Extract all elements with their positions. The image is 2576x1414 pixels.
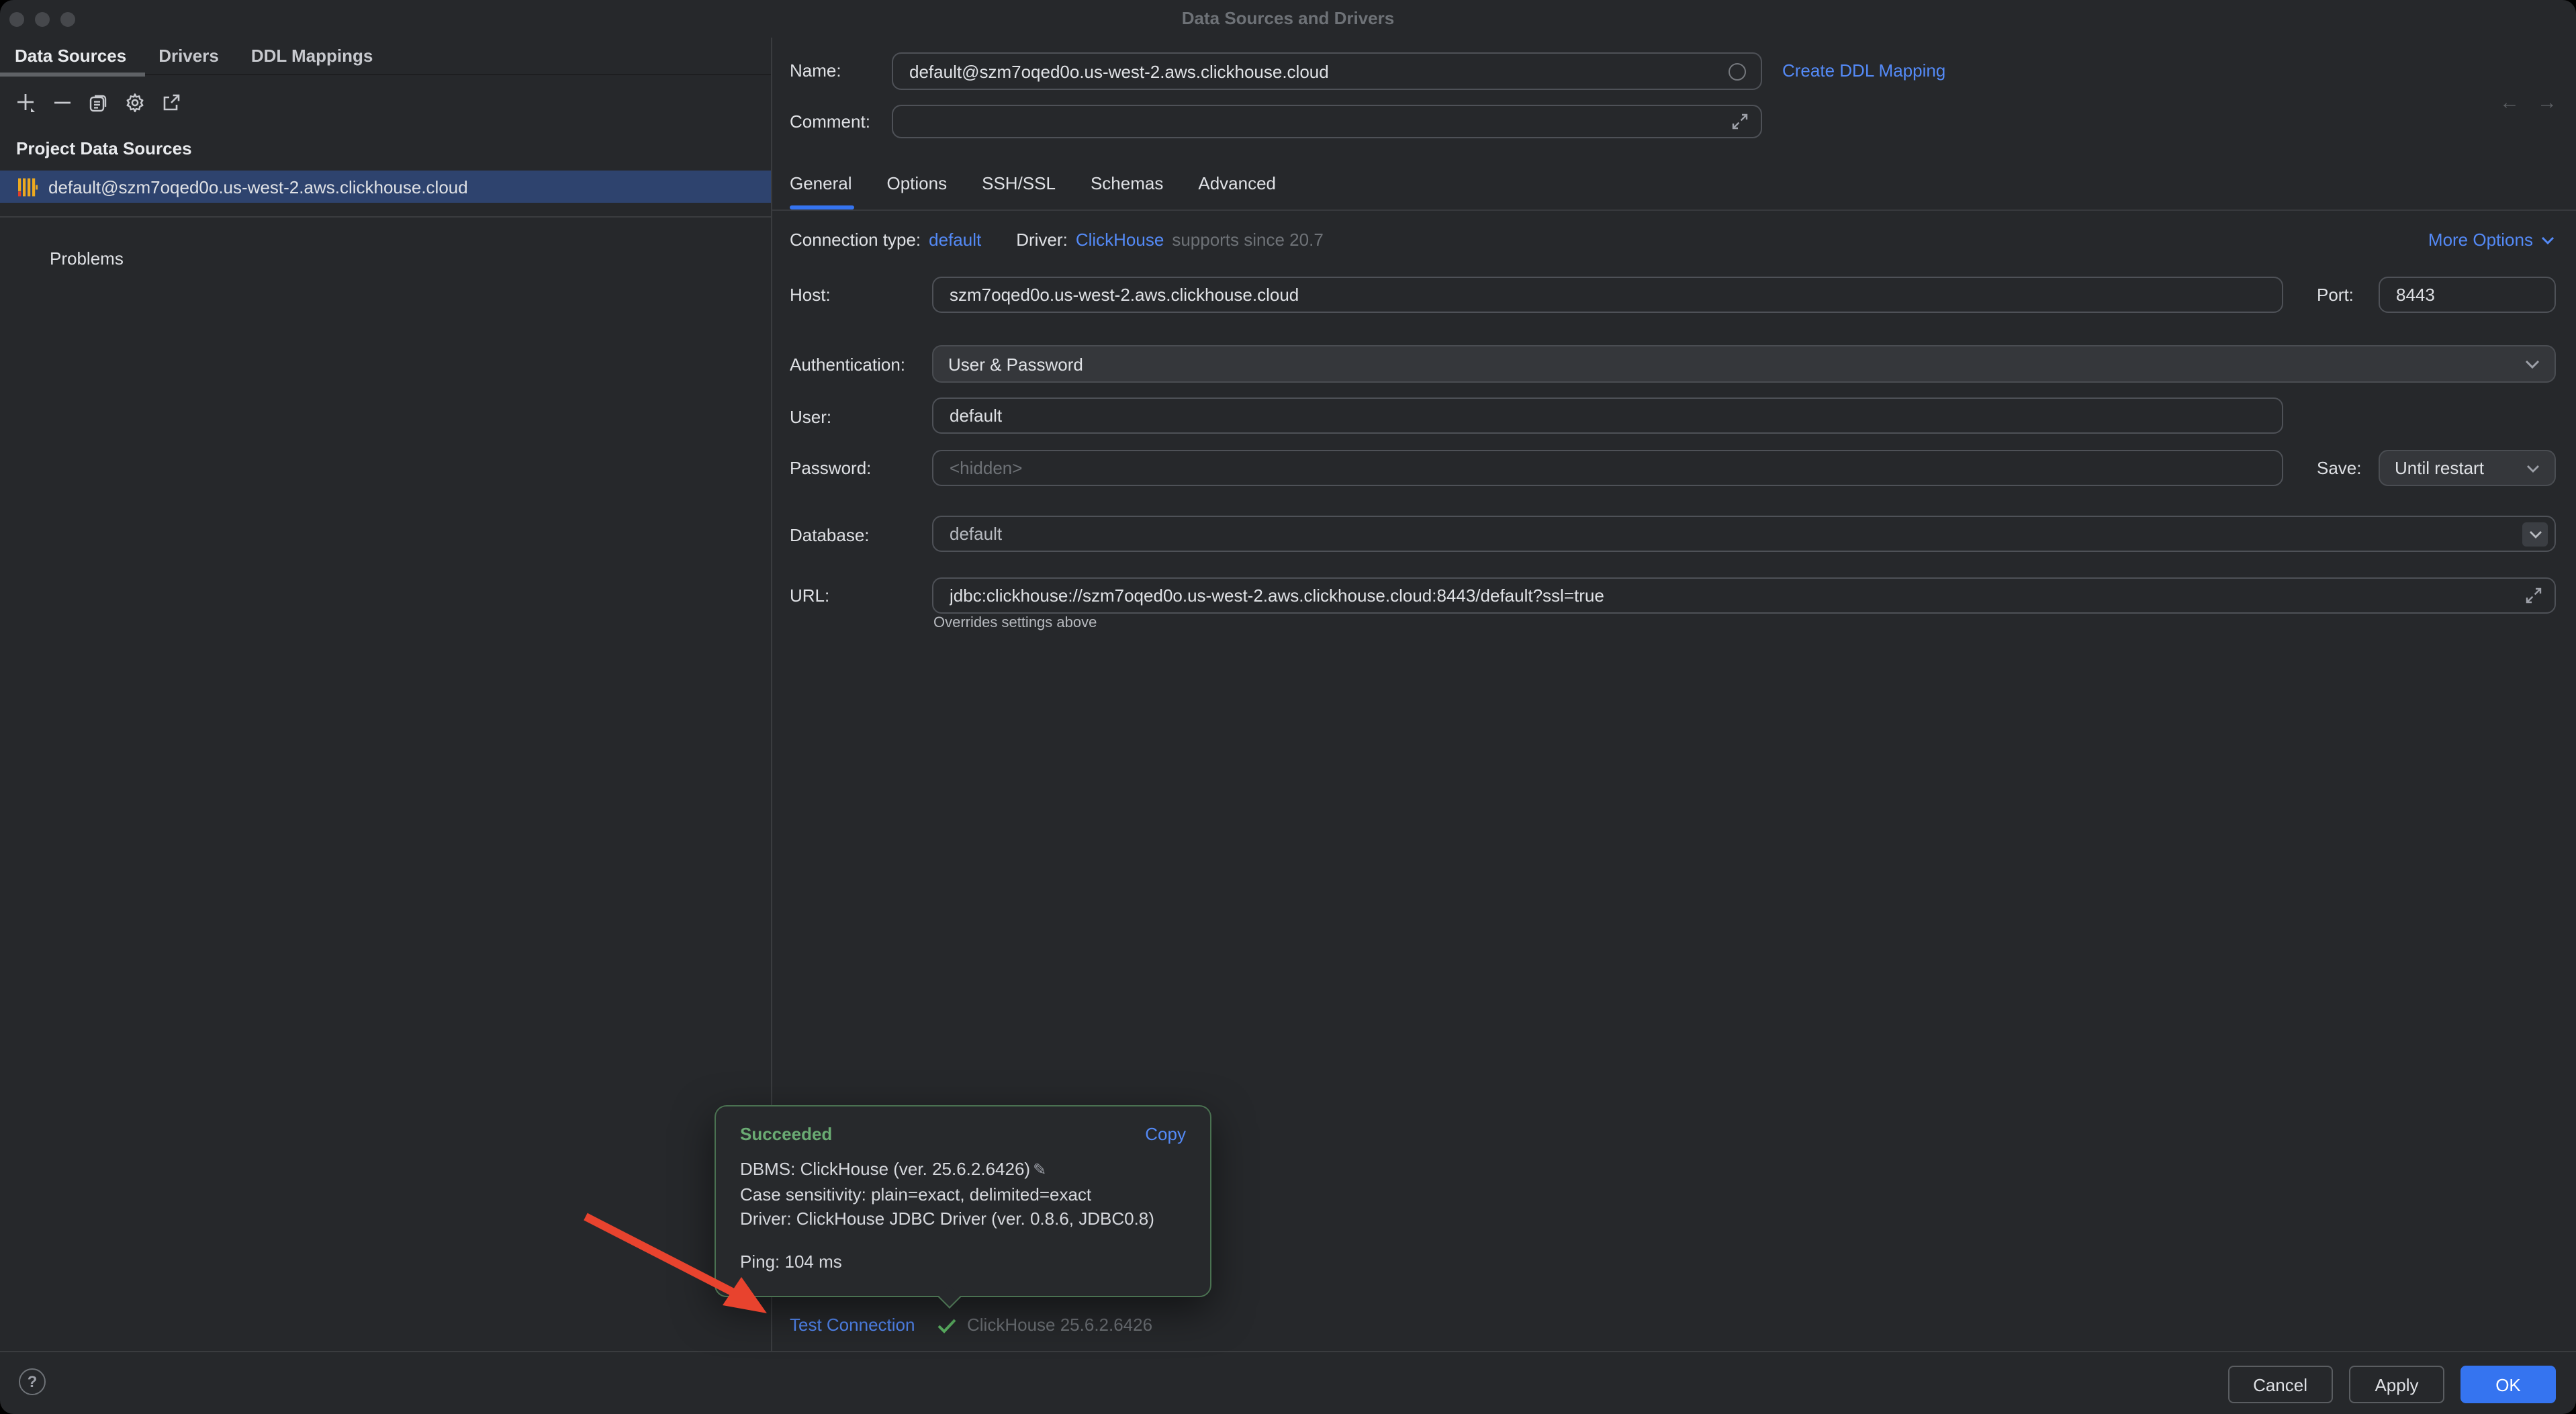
chevron-down-icon	[2525, 359, 2540, 369]
open-in-new-icon[interactable]	[161, 92, 181, 112]
connection-type-value-link[interactable]: default	[929, 230, 981, 250]
port-input[interactable]	[2380, 285, 2555, 305]
database-label: Database:	[790, 525, 870, 545]
tab-data-sources[interactable]: Data Sources	[15, 46, 126, 66]
duplicate-icon[interactable]	[89, 92, 109, 112]
url-label: URL:	[790, 585, 829, 606]
url-input[interactable]	[933, 585, 2525, 606]
password-input[interactable]	[933, 458, 2282, 478]
port-field-wrap	[2379, 277, 2556, 313]
problems-section-label[interactable]: Problems	[50, 248, 124, 269]
driver-label: Driver:	[1016, 230, 1068, 250]
expand-icon[interactable]	[1731, 113, 1749, 130]
connection-type-label: Connection type:	[790, 230, 921, 250]
authentication-label: Authentication:	[790, 355, 905, 375]
tab-advanced[interactable]: Advanced	[1198, 173, 1276, 193]
data-source-name: default@szm7oqed0o.us-west-2.aws.clickho…	[48, 177, 468, 197]
tab-ddl-mappings[interactable]: DDL Mappings	[251, 46, 373, 66]
edit-pencil-icon[interactable]: ✎	[1033, 1160, 1046, 1179]
form-tab-bar: General Options SSH/SSL Schemas Advanced	[790, 173, 1276, 193]
driver-value-link[interactable]: ClickHouse	[1076, 230, 1164, 250]
cancel-button[interactable]: Cancel	[2227, 1366, 2333, 1403]
add-icon[interactable]	[16, 92, 36, 112]
settings-gear-icon[interactable]	[125, 92, 145, 112]
host-field-wrap	[932, 277, 2283, 313]
apply-button[interactable]: Apply	[2349, 1366, 2444, 1403]
data-source-list-item[interactable]: default@szm7oqed0o.us-west-2.aws.clickho…	[0, 171, 771, 203]
authentication-select[interactable]: User & Password	[932, 345, 2556, 383]
help-icon[interactable]: ?	[19, 1368, 46, 1395]
comment-field-wrap	[892, 105, 1762, 138]
remove-icon[interactable]	[52, 92, 73, 112]
name-input[interactable]	[893, 61, 1729, 81]
more-options-link[interactable]: More Options	[2428, 230, 2555, 250]
test-connection-link[interactable]: Test Connection	[790, 1315, 915, 1335]
ok-button[interactable]: OK	[2460, 1366, 2556, 1403]
tab-divider	[772, 209, 2576, 211]
dbms-line: DBMS: ClickHouse (ver. 25.6.2.6426)✎	[740, 1158, 1186, 1182]
data-source-color-icon[interactable]	[1729, 62, 1746, 80]
ping-line: Ping: 104 ms	[740, 1250, 1186, 1274]
save-select[interactable]: Until restart	[2379, 450, 2556, 486]
sidebar-tab-bar: Data Sources Drivers DDL Mappings	[0, 38, 771, 75]
password-field-wrap	[932, 450, 2283, 486]
chevron-down-icon	[2526, 464, 2540, 472]
url-note: Overrides settings above	[933, 615, 1097, 631]
host-label: Host:	[790, 285, 831, 305]
dialog-buttons: Cancel Apply OK	[2227, 1366, 2556, 1403]
test-connection-result-popup: Succeeded Copy DBMS: ClickHouse (ver. 25…	[715, 1105, 1211, 1297]
tab-ssh-ssl[interactable]: SSH/SSL	[982, 173, 1056, 193]
database-input[interactable]	[933, 524, 2555, 544]
driver-note: supports since 20.7	[1172, 230, 1323, 250]
back-arrow-icon[interactable]: ←	[2499, 91, 2520, 113]
sidebar-toolbar	[0, 86, 771, 118]
sidebar-active-tab-indicator	[0, 73, 145, 77]
copy-link[interactable]: Copy	[1145, 1124, 1186, 1144]
name-field-wrap	[892, 52, 1762, 90]
history-nav: ← →	[2499, 86, 2557, 118]
comment-input[interactable]	[893, 111, 1731, 132]
forward-arrow-icon[interactable]: →	[2537, 91, 2557, 113]
url-field-wrap	[932, 577, 2556, 614]
chevron-down-icon	[2528, 530, 2542, 538]
tab-general[interactable]: General	[790, 173, 852, 193]
sidebar-splitter[interactable]	[0, 216, 771, 218]
data-sources-dialog: Data Sources and Drivers Data Sources Dr…	[0, 0, 2576, 1414]
tab-schemas[interactable]: Schemas	[1091, 173, 1163, 193]
expand-icon[interactable]	[2525, 587, 2542, 604]
database-dropdown-button[interactable]	[2522, 522, 2548, 547]
window-title: Data Sources and Drivers	[0, 8, 2576, 28]
chevron-down-icon	[2541, 236, 2555, 244]
annotation-arrow	[0, 0, 2576, 1414]
popup-caret	[938, 1286, 961, 1309]
connection-status-text: ClickHouse 25.6.2.6426	[967, 1315, 1152, 1335]
database-field-wrap	[932, 516, 2556, 552]
comment-label: Comment:	[790, 111, 870, 132]
connection-type-row: Connection type: default Driver: ClickHo…	[790, 230, 1324, 250]
name-label: Name:	[790, 60, 841, 81]
tab-drivers[interactable]: Drivers	[158, 46, 219, 66]
tab-options[interactable]: Options	[887, 173, 948, 193]
port-label: Port:	[2317, 285, 2354, 305]
password-label: Password:	[790, 458, 871, 478]
save-label: Save:	[2317, 458, 2362, 478]
user-field-wrap	[932, 397, 2283, 434]
user-label: User:	[790, 407, 831, 427]
project-data-sources-header: Project Data Sources	[16, 138, 192, 158]
status-badge: Succeeded	[740, 1124, 832, 1144]
case-sensitivity-line: Case sensitivity: plain=exact, delimited…	[740, 1182, 1186, 1207]
success-check-icon	[937, 1319, 956, 1333]
footer-divider	[0, 1351, 2576, 1352]
host-input[interactable]	[933, 285, 2282, 305]
create-ddl-mapping-link[interactable]: Create DDL Mapping	[1782, 60, 1945, 81]
user-input[interactable]	[933, 406, 2282, 426]
driver-line: Driver: ClickHouse JDBC Driver (ver. 0.8…	[740, 1207, 1186, 1232]
clickhouse-icon	[17, 177, 38, 197]
